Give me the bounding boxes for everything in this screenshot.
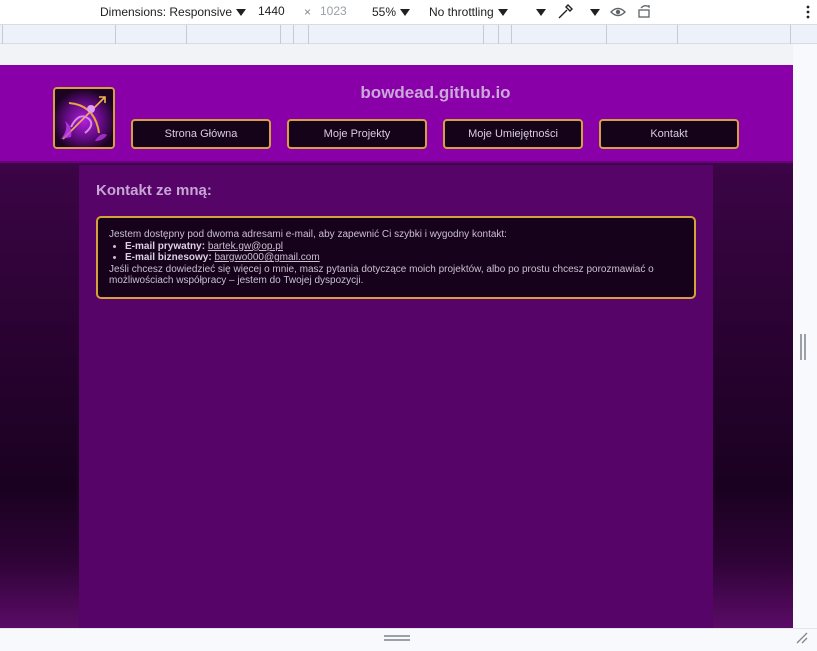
eyedropper-dropdown[interactable]	[586, 5, 600, 19]
media-query-ruler[interactable]	[0, 24, 817, 44]
dimensions-label: Dimensions: Responsive	[100, 5, 233, 19]
contact-intro: Jestem dostępny pod dwoma adresami e-mai…	[109, 229, 507, 240]
contact-heading: Kontakt ze mną:	[96, 182, 212, 199]
chevron-down-icon	[236, 9, 247, 17]
viewport-top-margin	[0, 44, 817, 65]
emulated-viewport: bowdead.github.io Strona Główna Moje Pro…	[0, 65, 793, 628]
email-business-label: E-mail biznesowy:	[125, 252, 212, 263]
list-item: E-mail prywatny: bartek.gw@op.pl	[125, 241, 684, 253]
resize-handle-bottom-icon[interactable]	[384, 635, 410, 641]
eyedropper-icon[interactable]	[556, 3, 574, 21]
height-input[interactable]: 1023	[317, 2, 363, 21]
email-private-label: E-mail prywatny:	[125, 240, 206, 252]
zoom-dropdown[interactable]: 55%	[372, 5, 411, 19]
email-private-link[interactable]: bartek.gw@op.pl	[208, 241, 283, 252]
times-sign: ×	[304, 5, 312, 19]
throttling-label: No throttling	[429, 5, 494, 19]
list-item: E-mail biznesowy: bargwo000@gmail.com	[125, 252, 684, 264]
email-business-link[interactable]: bargwo000@gmail.com	[214, 252, 319, 263]
main-content: Kontakt ze mną: Jestem dostępny pod dwom…	[79, 165, 713, 628]
chevron-down-icon	[536, 9, 546, 17]
more-options-dropdown[interactable]	[532, 5, 546, 19]
site-title: bowdead.github.io	[360, 83, 511, 102]
site-header: bowdead.github.io Strona Główna Moje Pro…	[0, 65, 793, 163]
resize-corner-icon[interactable]	[796, 632, 808, 644]
resize-handle-right-icon[interactable]	[800, 334, 806, 360]
rotate-icon[interactable]	[636, 3, 654, 21]
eye-icon[interactable]	[609, 3, 627, 21]
nav-button-home[interactable]: Strona Główna	[131, 119, 271, 149]
chevron-down-icon	[400, 9, 411, 17]
contact-box: Jestem dostępny pod dwoma adresami e-mai…	[96, 216, 696, 299]
width-input[interactable]: 1440	[255, 2, 301, 21]
devtools-device-toolbar: Dimensions: Responsive 1440 × 1023 55% N…	[0, 0, 817, 24]
nav-button-contact[interactable]: Kontakt	[599, 119, 739, 149]
contact-outro: Jeśli chcesz dowiedzieć się więcej o mni…	[109, 263, 654, 287]
nav-button-skills[interactable]: Moje Umiejętności	[443, 119, 583, 149]
chevron-down-icon	[590, 9, 600, 17]
nav-button-projects[interactable]: Moje Projekty	[287, 119, 427, 149]
more-vertical-icon[interactable]	[799, 3, 817, 21]
zoom-label: 55%	[372, 5, 397, 19]
throttling-dropdown[interactable]: No throttling	[429, 5, 508, 19]
email-list: E-mail prywatny: bartek.gw@op.pl E-mail …	[125, 241, 684, 264]
dimensions-dropdown[interactable]: Dimensions: Responsive	[100, 5, 247, 19]
chevron-down-icon	[497, 9, 508, 17]
